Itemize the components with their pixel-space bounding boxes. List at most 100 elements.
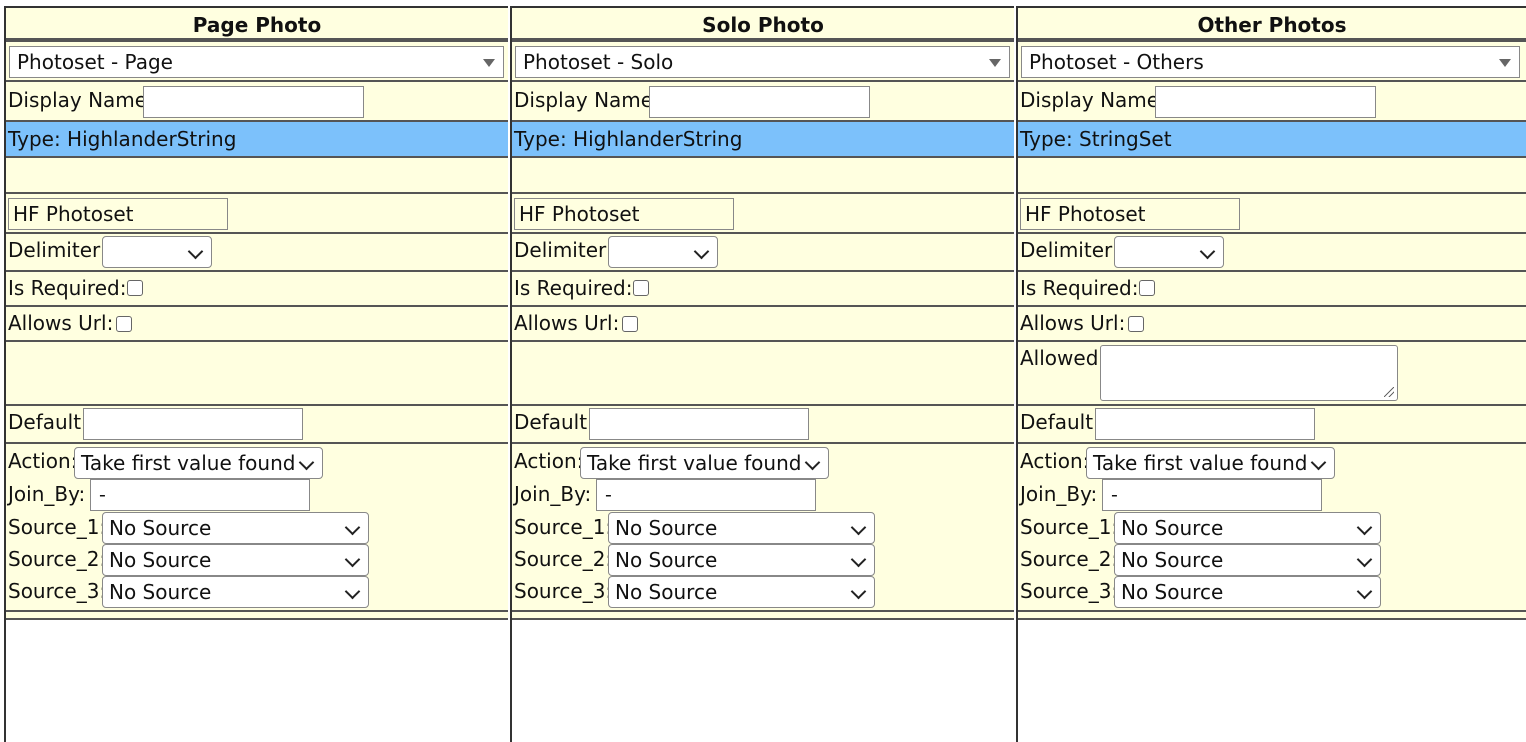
source-3-value: No Source — [615, 580, 718, 604]
action-value: Take first value found — [81, 451, 296, 475]
source-3-select[interactable]: No Source — [102, 576, 369, 608]
source-3-select[interactable]: No Source — [608, 576, 875, 608]
source-2-select[interactable]: No Source — [102, 544, 369, 576]
photoset-row: Photoset - Others — [1018, 40, 1526, 82]
join-by-input[interactable]: - — [1102, 479, 1322, 511]
chevron-down-icon — [344, 551, 361, 568]
join-by-label: Join_By: — [514, 482, 592, 506]
join-by-input[interactable]: - — [90, 479, 310, 511]
default-label: Default: — [1020, 410, 1100, 434]
photoset-select[interactable]: Photoset - Solo — [515, 46, 1010, 78]
display-name-label: Display Name: — [8, 88, 154, 112]
delimiter-select[interactable] — [102, 236, 212, 268]
source-3-value: No Source — [1121, 580, 1224, 604]
source-3-select[interactable]: No Source — [1114, 576, 1381, 608]
hf-photoset-field[interactable]: HF Photoset — [1020, 198, 1240, 230]
chevron-down-icon — [1356, 583, 1373, 600]
triangle-down-icon — [483, 59, 495, 67]
empty-area — [6, 620, 508, 742]
action-select[interactable]: Take first value found — [74, 447, 323, 479]
delimiter-select[interactable] — [1114, 236, 1224, 268]
type-text: Type: HighlanderString — [8, 127, 237, 151]
row-separator — [512, 610, 1014, 620]
source-2-value: No Source — [1121, 548, 1224, 572]
hf-photoset-field[interactable]: HF Photoset — [8, 198, 228, 230]
display-name-label: Display Name: — [514, 88, 660, 112]
column-solo-photo: Solo Photo Photoset - Solo Display Name:… — [510, 6, 1014, 742]
allows-url-checkbox[interactable] — [622, 316, 638, 332]
type-row: Type: StringSet — [1018, 122, 1526, 158]
photoset-select[interactable]: Photoset - Others — [1021, 46, 1520, 78]
action-label: Action: — [1020, 449, 1090, 473]
row-separator — [1018, 610, 1526, 620]
resize-grip-icon[interactable] — [1384, 387, 1394, 397]
allows-url-checkbox[interactable] — [116, 316, 132, 332]
is-required-label: Is Required: — [1020, 276, 1139, 300]
chevron-down-icon — [187, 243, 204, 260]
chevron-down-icon — [1199, 243, 1216, 260]
type-text: Type: HighlanderString — [514, 127, 743, 151]
action-select[interactable]: Take first value found — [1086, 447, 1335, 479]
hf-row: HF Photoset — [512, 194, 1014, 234]
allowed-row — [512, 342, 1014, 406]
action-block: Action: Take first value found Join_By: … — [6, 444, 508, 610]
chevron-down-icon — [804, 454, 821, 471]
source-2-value: No Source — [109, 548, 212, 572]
source-2-value: No Source — [615, 548, 718, 572]
hf-row: HF Photoset — [1018, 194, 1526, 234]
display-name-label: Display Name: — [1020, 88, 1166, 112]
photoset-select[interactable]: Photoset - Page — [9, 46, 504, 78]
allows-url-row: Allows Url: — [6, 307, 508, 342]
source-2-select[interactable]: No Source — [608, 544, 875, 576]
is-required-row: Is Required: — [6, 272, 508, 307]
source-1-label: Source_1: — [8, 515, 107, 539]
display-name-row: Display Name: — [512, 82, 1014, 122]
display-name-input[interactable] — [143, 86, 364, 118]
chevron-down-icon — [1356, 551, 1373, 568]
is-required-label: Is Required: — [514, 276, 633, 300]
is-required-checkbox[interactable] — [633, 280, 649, 296]
blank-row — [1018, 158, 1526, 194]
source-1-label: Source_1: — [514, 515, 613, 539]
action-block: Action: Take first value found Join_By: … — [512, 444, 1014, 610]
source-1-value: No Source — [1121, 516, 1224, 540]
allowed-label: Allowed: — [1020, 346, 1106, 370]
default-input[interactable] — [83, 408, 303, 440]
default-input[interactable] — [589, 408, 809, 440]
source-1-select[interactable]: No Source — [102, 512, 369, 544]
hf-photoset-field[interactable]: HF Photoset — [514, 198, 734, 230]
action-select[interactable]: Take first value found — [580, 447, 829, 479]
source-1-select[interactable]: No Source — [608, 512, 875, 544]
photoset-select-value: Photoset - Page — [17, 50, 173, 74]
photoset-row: Photoset - Page — [6, 40, 508, 82]
is-required-checkbox[interactable] — [127, 280, 143, 296]
allowed-textarea[interactable] — [1100, 345, 1398, 401]
column-other-photos: Other Photos Photoset - Others Display N… — [1016, 6, 1526, 742]
hf-row: HF Photoset — [6, 194, 508, 234]
source-1-select[interactable]: No Source — [1114, 512, 1381, 544]
chevron-down-icon — [1310, 454, 1327, 471]
display-name-input[interactable] — [1155, 86, 1376, 118]
default-row: Default: — [512, 406, 1014, 444]
is-required-checkbox[interactable] — [1139, 280, 1155, 296]
join-by-input[interactable]: - — [596, 479, 816, 511]
source-2-select[interactable]: No Source — [1114, 544, 1381, 576]
display-name-input[interactable] — [649, 86, 870, 118]
type-row: Type: HighlanderString — [512, 122, 1014, 158]
column-page-photo: Page Photo Photoset - Page Display Name:… — [4, 6, 508, 742]
chevron-down-icon — [850, 519, 867, 536]
source-3-label: Source_3: — [1020, 579, 1119, 603]
source-1-label: Source_1: — [1020, 515, 1119, 539]
allows-url-row: Allows Url: — [1018, 307, 1526, 342]
default-input[interactable] — [1095, 408, 1315, 440]
allows-url-row: Allows Url: — [512, 307, 1014, 342]
chevron-down-icon — [298, 454, 315, 471]
allows-url-checkbox[interactable] — [1128, 316, 1144, 332]
chevron-down-icon — [344, 583, 361, 600]
delimiter-label: Delimiter: — [1020, 238, 1119, 262]
delimiter-select[interactable] — [608, 236, 718, 268]
source-2-label: Source_2: — [514, 547, 613, 571]
blank-row — [6, 158, 508, 194]
source-1-value: No Source — [109, 516, 212, 540]
chevron-down-icon — [1356, 519, 1373, 536]
